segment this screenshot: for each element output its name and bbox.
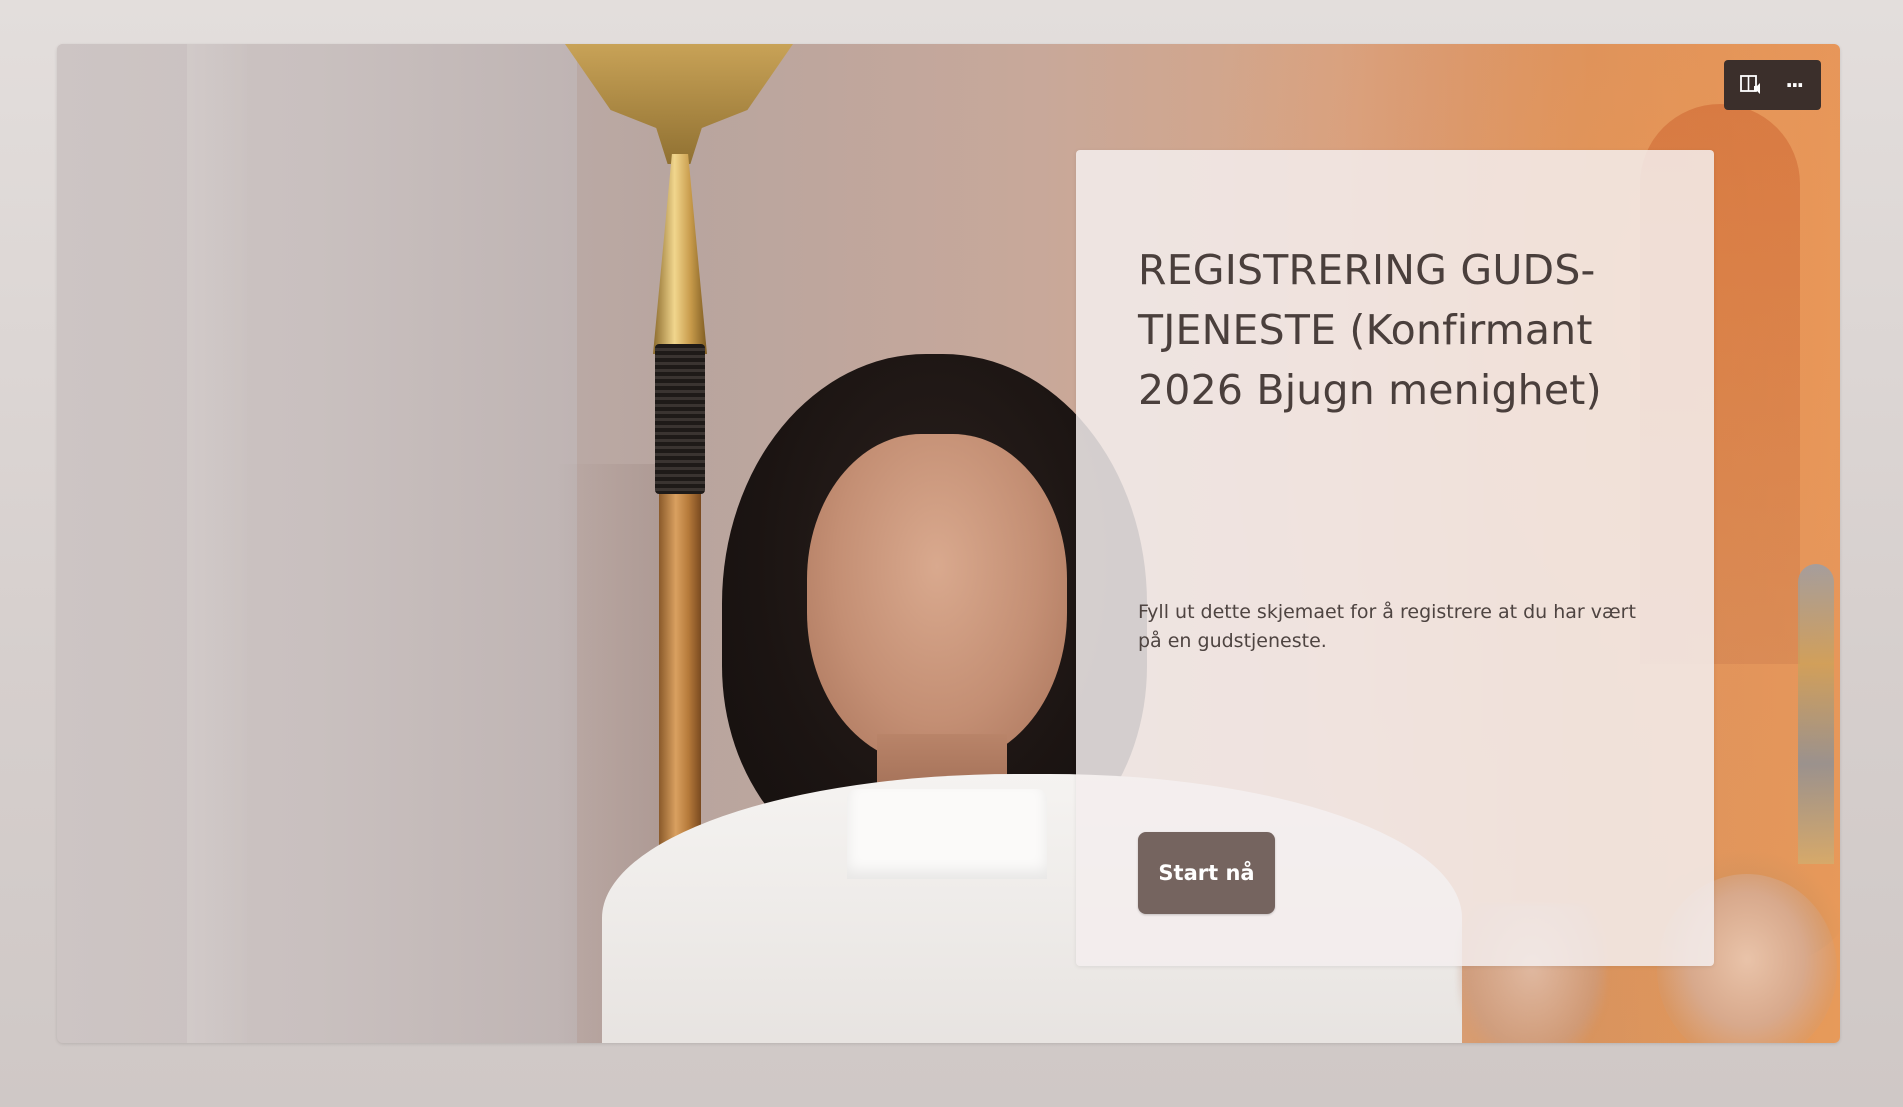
- more-options-button[interactable]: ···: [1776, 67, 1812, 103]
- processional-cross-top: [565, 44, 793, 164]
- form-title: REGISTRERING GUDS-TJENESTE (Konfirmant 2…: [1138, 246, 1602, 414]
- more-options-icon: ···: [1785, 73, 1804, 97]
- background-wall: [57, 44, 577, 1043]
- person-face: [807, 434, 1067, 764]
- form-toolbar: ···: [1724, 60, 1821, 110]
- form-intro-card: REGISTRERING GUDS-TJENESTE (Konfirmant 2…: [1076, 150, 1714, 966]
- forms-welcome-page: ··· REGISTRERING GUDS-TJENESTE (Konfirma…: [0, 0, 1903, 1107]
- start-now-button[interactable]: Start nå: [1138, 832, 1275, 914]
- stained-glass-window: [1798, 564, 1834, 864]
- background-pillar: [187, 44, 247, 1043]
- processional-cross-grip: [655, 344, 705, 494]
- processional-cross-finial: [653, 154, 707, 354]
- person-robe-collar: [847, 789, 1047, 879]
- cover-image: ··· REGISTRERING GUDS-TJENESTE (Konfirma…: [57, 44, 1840, 1043]
- immersive-reader-icon: [1739, 74, 1763, 96]
- form-description: Fyll ut dette skjemaet for å registrere …: [1138, 601, 1636, 652]
- immersive-reader-button[interactable]: [1733, 67, 1769, 103]
